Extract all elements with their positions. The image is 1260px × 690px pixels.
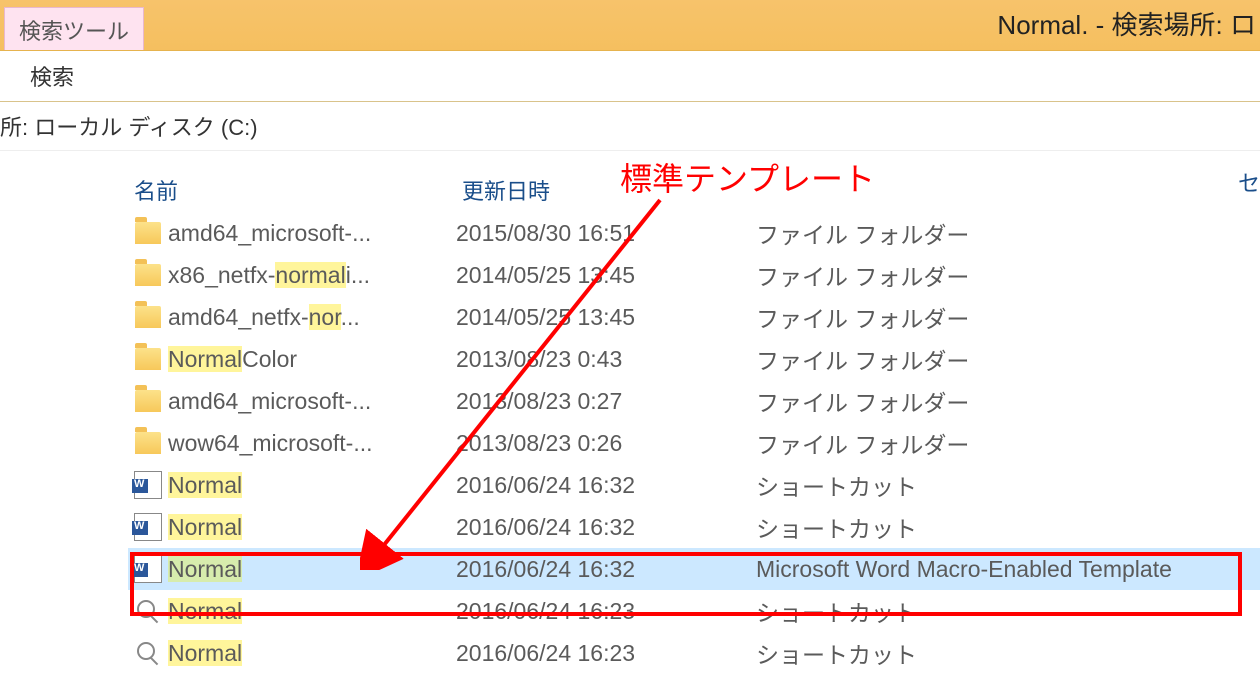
- file-row[interactable]: Normal2016/06/24 16:32ショートカット: [128, 506, 1260, 548]
- file-type: ファイル フォルダー: [726, 258, 1260, 292]
- folder-icon: [135, 306, 161, 328]
- context-tab-search-tools[interactable]: 検索ツール: [4, 7, 144, 50]
- window-title: Normal. - 検索場所: ロ: [997, 0, 1260, 50]
- file-row[interactable]: NormalColor2013/08/23 0:43ファイル フォルダー: [128, 338, 1260, 380]
- file-date: 2013/08/23 0:43: [456, 346, 726, 373]
- file-date: 2015/08/30 16:51: [456, 220, 726, 247]
- file-date: 2016/06/24 16:23: [456, 640, 726, 667]
- file-date: 2014/05/25 13:45: [456, 262, 726, 289]
- file-list: 名前 更新日時 amd64_microsoft-...2015/08/30 16…: [128, 168, 1260, 674]
- file-date: 2013/08/23 0:27: [456, 388, 726, 415]
- file-date: 2013/08/23 0:26: [456, 430, 726, 457]
- file-date: 2016/06/24 16:32: [456, 472, 726, 499]
- folder-icon: [135, 222, 161, 244]
- file-row[interactable]: Normal2016/06/24 16:23ショートカット: [128, 590, 1260, 632]
- file-type: ショートカット: [726, 636, 1260, 670]
- file-type: ファイル フォルダー: [726, 342, 1260, 376]
- file-date: 2016/06/24 16:23: [456, 598, 726, 625]
- file-row[interactable]: Normal2016/06/24 16:32ショートカット: [128, 464, 1260, 506]
- annotation-label: 標準テンプレート: [620, 154, 875, 200]
- file-row[interactable]: wow64_microsoft-...2013/08/23 0:26ファイル フ…: [128, 422, 1260, 464]
- word-icon: [134, 471, 162, 499]
- file-type: ショートカット: [726, 510, 1260, 544]
- file-name: Normal: [168, 514, 456, 541]
- file-row[interactable]: Normal2016/06/24 16:32Microsoft Word Mac…: [128, 548, 1260, 590]
- file-type: ファイル フォルダー: [726, 426, 1260, 460]
- ribbon-title-bar: 検索ツール Normal. - 検索場所: ロ: [0, 0, 1260, 51]
- file-type: ファイル フォルダー: [726, 216, 1260, 250]
- column-header-name[interactable]: 名前: [128, 174, 462, 206]
- file-name: amd64_microsoft-...: [168, 388, 456, 415]
- file-name: wow64_microsoft-...: [168, 430, 456, 457]
- file-row[interactable]: Normal2016/06/24 16:23ショートカット: [128, 632, 1260, 674]
- file-date: 2016/06/24 16:32: [456, 514, 726, 541]
- file-type: ファイル フォルダー: [726, 384, 1260, 418]
- file-name: Normal: [168, 598, 456, 625]
- file-type: ショートカット: [726, 594, 1260, 628]
- file-type: ショートカット: [726, 468, 1260, 502]
- file-name: amd64_microsoft-...: [168, 220, 456, 247]
- search-icon: [137, 642, 159, 664]
- search-icon: [137, 600, 159, 622]
- breadcrumb[interactable]: 所: ローカル ディスク (C:): [0, 102, 1260, 151]
- tab-search[interactable]: 検索: [0, 50, 104, 102]
- word-icon: [134, 555, 162, 583]
- folder-icon: [135, 390, 161, 412]
- file-name: amd64_netfx-nor...: [168, 304, 456, 331]
- file-date: 2014/05/25 13:45: [456, 304, 726, 331]
- file-name: Normal: [168, 472, 456, 499]
- file-name: NormalColor: [168, 346, 456, 373]
- folder-icon: [135, 348, 161, 370]
- explorer-window: 検索ツール Normal. - 検索場所: ロ 検索 所: ローカル ディスク …: [0, 0, 1260, 690]
- file-row[interactable]: amd64_netfx-nor...2014/05/25 13:45ファイル フ…: [128, 296, 1260, 338]
- file-date: 2016/06/24 16:32: [456, 556, 726, 583]
- file-rows: amd64_microsoft-...2015/08/30 16:51ファイル …: [128, 212, 1260, 674]
- file-row[interactable]: amd64_microsoft-...2013/08/23 0:27ファイル フ…: [128, 380, 1260, 422]
- file-row[interactable]: x86_netfx-normali...2014/05/25 13:45ファイル…: [128, 254, 1260, 296]
- file-type: Microsoft Word Macro-Enabled Template: [726, 556, 1260, 583]
- file-row[interactable]: amd64_microsoft-...2015/08/30 16:51ファイル …: [128, 212, 1260, 254]
- ribbon-tabs: 検索: [0, 51, 1260, 102]
- folder-icon: [135, 432, 161, 454]
- file-name: x86_netfx-normali...: [168, 262, 456, 289]
- word-icon: [134, 513, 162, 541]
- folder-icon: [135, 264, 161, 286]
- file-name: Normal: [168, 556, 456, 583]
- file-name: Normal: [168, 640, 456, 667]
- file-type: ファイル フォルダー: [726, 300, 1260, 334]
